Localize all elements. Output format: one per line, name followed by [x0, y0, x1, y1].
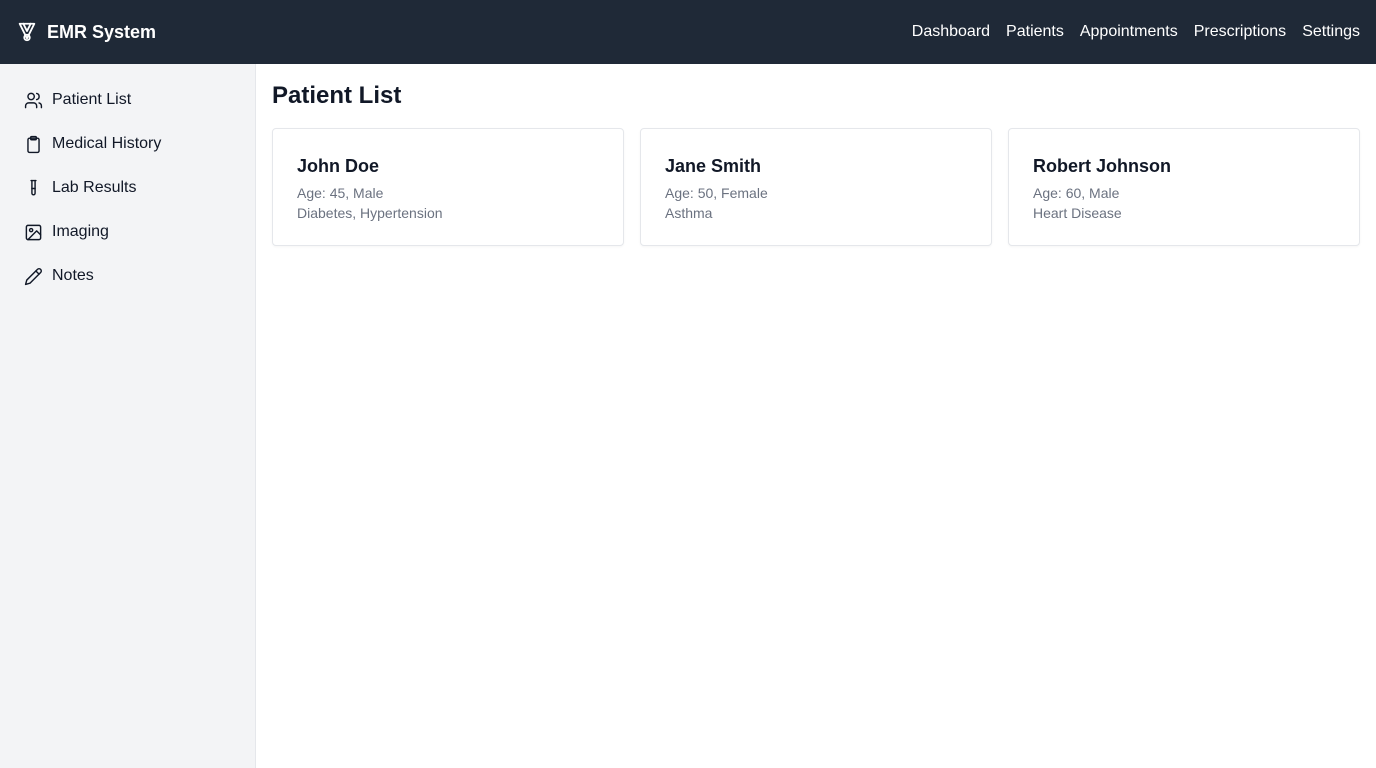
- clipboard-icon: [24, 135, 43, 154]
- sidebar-item-label: Notes: [52, 267, 94, 284]
- pencil-icon: [24, 267, 43, 286]
- patient-card[interactable]: Jane Smith Age: 50, Female Asthma: [640, 128, 992, 246]
- patient-name: John Doe: [297, 156, 380, 176]
- patient-card[interactable]: Robert Johnson Age: 60, Male Heart Disea…: [1008, 128, 1360, 246]
- nav-settings[interactable]: Settings: [1302, 23, 1360, 41]
- patient-details: Age: 60, Male: [1033, 185, 1120, 201]
- nav-dashboard[interactable]: Dashboard: [912, 23, 990, 41]
- sidebar-item-patient-list[interactable]: Patient List: [0, 78, 255, 122]
- sidebar-item-imaging[interactable]: Imaging: [0, 210, 255, 254]
- sidebar-item-medical-history[interactable]: Medical History: [0, 122, 255, 166]
- sidebar-item-notes[interactable]: Notes: [0, 254, 255, 298]
- patient-card[interactable]: John Doe Age: 45, Male Diabetes, Hyperte…: [272, 128, 624, 246]
- patient-conditions: Asthma: [665, 205, 713, 221]
- image-icon: [24, 223, 43, 242]
- nav-patients[interactable]: Patients: [1006, 23, 1064, 41]
- patient-details: Age: 50, Female: [665, 185, 768, 201]
- brand[interactable]: EMR System: [16, 21, 156, 43]
- sidebar-item-label: Medical History: [52, 135, 162, 152]
- sidebar-item-lab-results[interactable]: Lab Results: [0, 166, 255, 210]
- patient-conditions: Heart Disease: [1033, 205, 1122, 221]
- top-navbar: EMR System Dashboard Patients Appointmen…: [0, 0, 1376, 64]
- test-tube-icon: [24, 179, 43, 198]
- nav-prescriptions[interactable]: Prescriptions: [1194, 23, 1286, 41]
- sidebar: Patient List Medical History Lab Results: [0, 64, 256, 768]
- page-title: Patient List: [272, 82, 402, 109]
- patient-details: Age: 45, Male: [297, 185, 384, 201]
- sidebar-item-label: Imaging: [52, 223, 109, 240]
- main-nav: Dashboard Patients Appointments Prescrip…: [912, 23, 1360, 41]
- users-icon: [24, 91, 43, 110]
- nav-appointments[interactable]: Appointments: [1080, 23, 1178, 41]
- patient-conditions: Diabetes, Hypertension: [297, 205, 443, 221]
- patient-name: Jane Smith: [665, 156, 762, 176]
- main-content: Patient List John Doe Age: 45, Male Diab…: [256, 64, 1376, 768]
- patient-cards: John Doe Age: 45, Male Diabetes, Hyperte…: [272, 128, 1360, 246]
- sidebar-item-label: Lab Results: [52, 179, 137, 196]
- brand-title: EMR System: [47, 21, 157, 42]
- logo-icon: [16, 21, 38, 43]
- sidebar-item-label: Patient List: [52, 91, 132, 108]
- patient-name: Robert Johnson: [1033, 156, 1171, 176]
